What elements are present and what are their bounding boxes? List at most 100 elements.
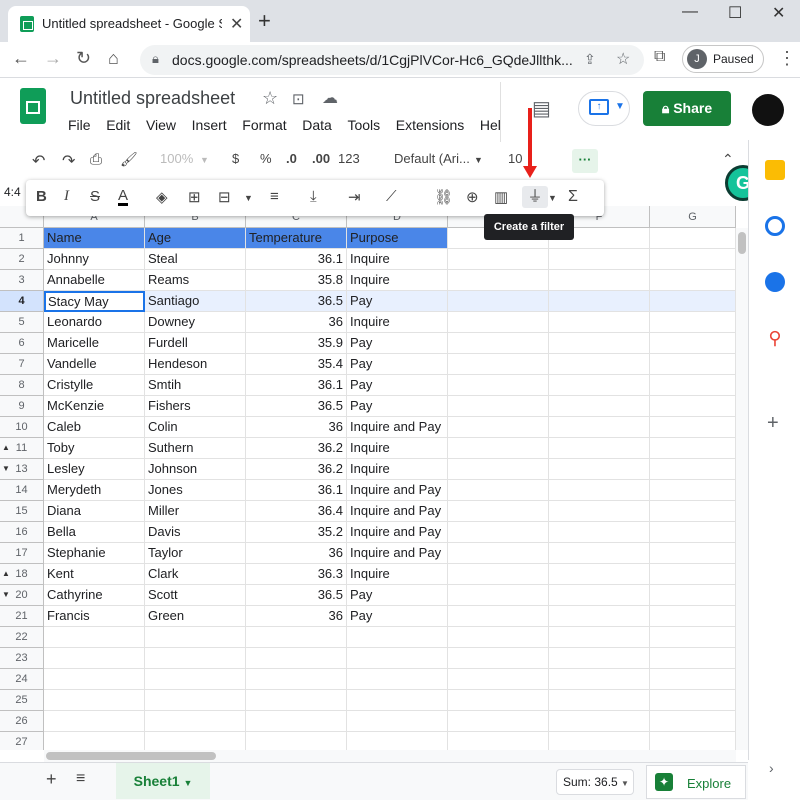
cell[interactable] bbox=[650, 732, 736, 750]
cell[interactable] bbox=[448, 585, 549, 606]
cell[interactable]: Leonardo bbox=[44, 312, 145, 333]
cell[interactable] bbox=[145, 732, 246, 750]
account-avatar[interactable] bbox=[752, 94, 784, 126]
menu-view[interactable]: View bbox=[146, 117, 176, 133]
chart-icon[interactable]: ▥ bbox=[494, 188, 508, 206]
share-button[interactable]: 🔒︎ Share bbox=[643, 91, 731, 126]
cell[interactable]: 36 bbox=[246, 543, 347, 564]
rotate-icon[interactable]: ⟋ bbox=[386, 188, 397, 205]
profile-button[interactable]: J Paused bbox=[682, 45, 764, 73]
cell[interactable]: Purpose bbox=[347, 228, 448, 249]
percent-button[interactable]: % bbox=[260, 151, 272, 166]
wrap-icon[interactable]: ⇥ bbox=[348, 188, 361, 206]
cell[interactable] bbox=[246, 669, 347, 690]
sum-selector[interactable]: Sum: 36.5 ▼ bbox=[556, 769, 634, 795]
cell[interactable]: Downey bbox=[145, 312, 246, 333]
cell[interactable] bbox=[549, 648, 650, 669]
print-icon[interactable]: ⎙ bbox=[90, 151, 102, 168]
cell[interactable]: 36.2 bbox=[246, 438, 347, 459]
cell[interactable] bbox=[650, 501, 736, 522]
font-size-select[interactable]: 10 bbox=[508, 151, 522, 166]
cell[interactable] bbox=[650, 249, 736, 270]
cell[interactable]: Colin bbox=[145, 417, 246, 438]
menu-extensions[interactable]: Extensions bbox=[396, 117, 464, 133]
cell[interactable]: Santiago bbox=[145, 291, 246, 312]
font-select[interactable]: Default (Ari... bbox=[394, 151, 470, 166]
tasks-icon[interactable] bbox=[765, 216, 785, 236]
increase-decimal-button[interactable]: .00 bbox=[312, 151, 330, 166]
cell[interactable] bbox=[145, 711, 246, 732]
decrease-decimal-button[interactable]: .0 bbox=[286, 151, 297, 166]
new-tab-icon[interactable]: + bbox=[258, 8, 271, 34]
cell[interactable]: 36.2 bbox=[246, 459, 347, 480]
cell[interactable] bbox=[448, 396, 549, 417]
cell[interactable] bbox=[650, 438, 736, 459]
back-icon[interactable]: ← bbox=[12, 48, 30, 69]
row-header[interactable]: 21 bbox=[0, 606, 44, 627]
tab-close-icon[interactable]: ✕ bbox=[230, 14, 243, 34]
cell[interactable]: Miller bbox=[145, 501, 246, 522]
cell[interactable] bbox=[650, 375, 736, 396]
cell[interactable]: Johnny bbox=[44, 249, 145, 270]
cell[interactable] bbox=[448, 522, 549, 543]
cell[interactable] bbox=[448, 732, 549, 750]
vertical-align-icon[interactable]: ⤓ bbox=[310, 188, 317, 205]
row-header[interactable]: 8 bbox=[0, 375, 44, 396]
cell[interactable] bbox=[347, 690, 448, 711]
comment-icon[interactable]: ⊕ bbox=[466, 188, 479, 206]
align-icon[interactable]: ≡ bbox=[270, 188, 279, 205]
cell[interactable] bbox=[549, 606, 650, 627]
cell[interactable]: Toby bbox=[44, 438, 145, 459]
cell[interactable]: Furdell bbox=[145, 333, 246, 354]
window-close-icon[interactable]: ✕ bbox=[772, 3, 785, 23]
menu-tools[interactable]: Tools bbox=[347, 117, 380, 133]
redo-icon[interactable]: ↷ bbox=[62, 151, 75, 171]
browser-tab[interactable]: Untitled spreadsheet - Google Sh ✕ bbox=[8, 6, 250, 42]
cell[interactable] bbox=[549, 711, 650, 732]
cell[interactable]: Pay bbox=[347, 291, 448, 312]
cell[interactable]: Cathyrine bbox=[44, 585, 145, 606]
cell[interactable] bbox=[347, 627, 448, 648]
cell[interactable]: Inquire bbox=[347, 270, 448, 291]
cell[interactable] bbox=[246, 648, 347, 669]
cell[interactable] bbox=[448, 312, 549, 333]
row-header[interactable]: 25 bbox=[0, 690, 44, 711]
row-header[interactable]: 1 bbox=[0, 228, 44, 249]
sheet-tab-sheet1[interactable]: Sheet1 ▼ bbox=[116, 763, 210, 799]
strikethrough-icon[interactable]: S bbox=[90, 188, 100, 205]
cell[interactable]: 36.5 bbox=[246, 396, 347, 417]
cell[interactable] bbox=[448, 564, 549, 585]
cell[interactable]: Name bbox=[44, 228, 145, 249]
cell[interactable]: Stacy May bbox=[44, 291, 145, 312]
maps-icon[interactable]: ⚲ bbox=[765, 328, 785, 348]
cell[interactable]: Jones bbox=[145, 480, 246, 501]
cell[interactable] bbox=[650, 480, 736, 501]
cell[interactable] bbox=[650, 396, 736, 417]
cell[interactable] bbox=[650, 648, 736, 669]
cell[interactable]: 36.1 bbox=[246, 480, 347, 501]
cell[interactable] bbox=[448, 606, 549, 627]
cell[interactable]: Francis bbox=[44, 606, 145, 627]
cell[interactable]: Hendeson bbox=[145, 354, 246, 375]
cell[interactable]: Pay bbox=[347, 375, 448, 396]
row-header[interactable]: 6 bbox=[0, 333, 44, 354]
cloud-status-icon[interactable]: ☁ bbox=[322, 88, 338, 108]
cell[interactable]: Davis bbox=[145, 522, 246, 543]
cell[interactable]: Annabelle bbox=[44, 270, 145, 291]
cell[interactable]: 35.8 bbox=[246, 270, 347, 291]
cell[interactable]: Age bbox=[145, 228, 246, 249]
cell[interactable]: 36.5 bbox=[246, 585, 347, 606]
chevron-down-icon[interactable]: ▼ bbox=[548, 193, 557, 203]
menu-insert[interactable]: Insert bbox=[192, 117, 227, 133]
row-header[interactable]: 4 bbox=[0, 291, 44, 312]
cell[interactable] bbox=[448, 543, 549, 564]
row-header[interactable]: 27 bbox=[0, 732, 44, 750]
hidden-rows-arrow-icon[interactable]: ▲ bbox=[2, 443, 10, 452]
cell[interactable] bbox=[448, 249, 549, 270]
cell[interactable]: Johnson bbox=[145, 459, 246, 480]
cell[interactable]: Lesley bbox=[44, 459, 145, 480]
cell[interactable] bbox=[549, 375, 650, 396]
row-header[interactable]: 14 bbox=[0, 480, 44, 501]
cell[interactable] bbox=[448, 711, 549, 732]
cell[interactable]: 36.5 bbox=[246, 291, 347, 312]
